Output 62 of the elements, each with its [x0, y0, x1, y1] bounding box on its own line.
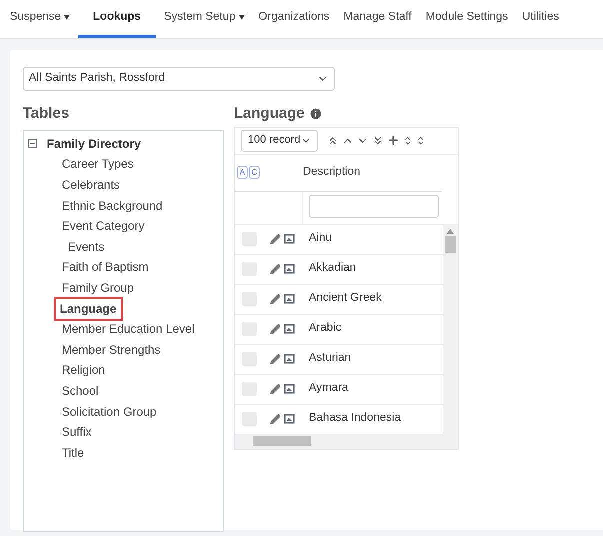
table-cell-text: Arabic — [309, 321, 342, 336]
scroll-up-arrow-icon[interactable] — [447, 228, 454, 234]
vertical-scrollbar[interactable] — [443, 224, 458, 434]
image-frame-icon[interactable] — [284, 324, 295, 334]
collapse-icon[interactable] — [28, 139, 37, 148]
section-heading: Language — [234, 104, 305, 124]
sort-icon[interactable] — [416, 136, 426, 146]
pencil-icon[interactable] — [270, 414, 281, 424]
filter-toggle[interactable]: A — [237, 166, 248, 179]
image-frame-icon[interactable] — [284, 234, 295, 244]
nav-tab[interactable]: Suspense — [4, 0, 76, 38]
tree-item[interactable]: Event Category — [62, 217, 145, 236]
table-cell-text: Aymara — [309, 381, 348, 396]
page-size-select[interactable]: 100 record — [241, 130, 318, 152]
nav-tab[interactable]: Utilities — [516, 0, 566, 38]
tree-item[interactable]: Career Types — [62, 155, 134, 174]
column-header: Description — [303, 164, 361, 180]
tree-item[interactable]: Celebrants — [62, 176, 120, 194]
pencil-icon[interactable] — [270, 324, 281, 334]
tree-item[interactable]: Ethnic Background — [62, 196, 163, 215]
nav-tab[interactable]: Lookups — [78, 0, 156, 38]
section-heading: Tables — [23, 104, 70, 124]
tree-item[interactable]: Suffix — [62, 423, 92, 442]
tree-item[interactable]: Solicitation Group — [62, 402, 157, 421]
pencil-icon[interactable] — [270, 384, 281, 394]
filter-input-field[interactable] — [309, 194, 439, 218]
table-cell-text: Akkadian — [309, 261, 356, 276]
image-frame-icon[interactable] — [284, 414, 295, 424]
tree-item[interactable]: Events — [68, 238, 105, 256]
pencil-icon[interactable] — [270, 294, 281, 304]
filter-toggle[interactable]: C — [249, 166, 260, 179]
tree-item[interactable]: Family Group — [62, 278, 134, 297]
scrollbar-thumb[interactable] — [253, 436, 311, 446]
parish-select[interactable]: All Saints Parish, Rossford — [23, 67, 335, 91]
nav-tab[interactable]: Module Settings — [420, 0, 514, 38]
image-frame-icon[interactable] — [284, 264, 295, 274]
horizontal-scrollbar[interactable] — [235, 434, 458, 448]
table-cell-text: Asturian — [309, 351, 352, 366]
add-icon[interactable] — [386, 134, 400, 147]
tree-item[interactable]: Member Education Level — [62, 320, 195, 338]
image-frame-icon[interactable] — [284, 384, 295, 394]
tree-item[interactable]: Title — [62, 444, 84, 462]
tree-item[interactable]: Language — [56, 298, 121, 319]
image-frame-icon[interactable] — [284, 354, 295, 364]
sort-icon[interactable] — [402, 136, 413, 146]
scrollbar-thumb[interactable] — [445, 236, 456, 252]
tree-item[interactable]: Member Strengths — [62, 340, 161, 359]
table-cell-text: Bahasa Indonesia — [309, 411, 402, 426]
tree-item[interactable]: Faith of Baptism — [62, 258, 149, 276]
tree-group-label[interactable]: Family Directory — [47, 134, 142, 153]
pencil-icon[interactable] — [270, 234, 281, 244]
pencil-icon[interactable] — [270, 264, 281, 274]
pencil-icon[interactable] — [270, 354, 281, 364]
tree-item[interactable]: Religion — [62, 361, 106, 380]
nav-tab[interactable]: Organizations — [252, 0, 336, 38]
info-icon[interactable] — [308, 107, 323, 122]
image-frame-icon[interactable] — [284, 294, 295, 304]
table-cell-text: Ainu — [309, 231, 332, 246]
nav-tab[interactable]: System Setup — [158, 0, 251, 38]
tree-item[interactable]: School — [62, 382, 99, 400]
table-cell-text: Ancient Greek — [309, 291, 382, 306]
nav-tab[interactable]: Manage Staff — [338, 0, 418, 38]
